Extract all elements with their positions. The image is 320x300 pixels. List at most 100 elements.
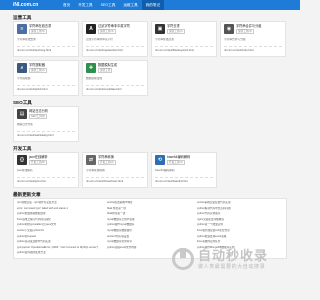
tool-category-badge[interactable]: SEO工具(6) xyxy=(29,113,47,120)
article-link[interactable]: flask框架第一讲 xyxy=(107,212,193,216)
top-navbar: iNI.com.cn 首页 开发工具 SEO工具 运维工具 我的笔记 xyxy=(0,0,300,10)
site-logo[interactable]: iNI.com.cn xyxy=(13,2,59,8)
tool-name[interactable]: base64编码解码 xyxy=(167,155,190,159)
card-divider xyxy=(17,131,75,132)
main-content: 运营工具 ≡ 字符串在线去重 运营工具(5) 字符串在线去重 nli.com.cn/to… xyxy=(13,13,287,259)
tool-category-badge[interactable]: 运营工具(5) xyxy=(29,28,47,35)
tool-description: 字符串在线去重 xyxy=(17,38,36,41)
text-a-icon: A xyxy=(86,24,96,34)
tool-name[interactable]: 字符串转换 xyxy=(98,155,116,159)
tool-card[interactable]: A 过滤字符串非中英字符 运营工具(4) 过滤字符串非中英字符 nli.com.cn/t… xyxy=(82,21,148,57)
tool-category-badge[interactable]: 运营工具(1) xyxy=(167,28,185,35)
tool-category-badge[interactable]: 运营工具 xyxy=(98,67,113,74)
tool-card[interactable]: ⌕ 字符提取器 运营工具(2) 字符提取器 nli.com.cn/tool/pickzi… xyxy=(13,60,79,96)
log-doc-icon: ▤ xyxy=(17,109,27,119)
tool-category-badge[interactable]: 开发工具(2) xyxy=(167,159,185,166)
shuffle-icon: ⇄ xyxy=(86,155,96,165)
article-link[interactable]: mysql数据库数据备份 xyxy=(107,229,193,233)
nav-item-my-notes[interactable]: 我的笔记 xyxy=(141,0,165,10)
article-link[interactable]: centos配置静态IP地址 xyxy=(107,201,193,205)
section-title-seo: SEO工具 xyxy=(13,100,32,105)
article-link[interactable]: centos系统安装配置代码实现 xyxy=(197,201,283,205)
tool-card[interactable]: ⇄ 字符串转换 开发工具(2) 字符串在线转换 nli.com.cn/tool/zhua… xyxy=(82,152,148,188)
tool-description: 过滤字符串非中英字符 xyxy=(86,38,113,41)
watermark-title: 自动秒收录 xyxy=(198,248,269,263)
seo-tool-grid: ▤ 网站日志分析 SEO工具(6) 网站日志分析 nli.com.cn/tool/web… xyxy=(13,106,287,142)
generate-icon: ✚ xyxy=(86,63,96,73)
tool-card[interactable]: ▤ 网站日志分析 SEO工具(6) 网站日志分析 nli.com.cn/tool/web… xyxy=(13,106,79,142)
tool-name[interactable]: 字符去重 xyxy=(167,24,185,28)
tool-card[interactable]: ⟲ base64编码解码 开发工具(2) base64编码解码 nli.com.cn/t… xyxy=(151,152,217,188)
article-link[interactable]: python第一个爬虫实例 xyxy=(197,223,283,227)
tool-url[interactable]: nli.com.cn/tool/quchong.html xyxy=(17,49,75,53)
article-link[interactable]: linux运维之编写代码的自动化 xyxy=(17,218,103,222)
article-link[interactable]: pymysql.err.OperationalError: (2003, "Ca… xyxy=(17,246,103,250)
tool-card[interactable]: {} json在线解析 开发工具(8) json在线解析 nli.com.cn/tool… xyxy=(13,152,79,188)
article-link[interactable]: python操作mysql数据库 xyxy=(107,223,193,227)
tool-url[interactable]: nli.com.cn/tool/pickzi.html xyxy=(17,88,75,92)
card-divider xyxy=(155,46,213,47)
tool-category-badge[interactable]: 开发工具(8) xyxy=(29,159,47,166)
tool-description: 数据模拟生成 xyxy=(86,77,103,80)
tool-category-badge[interactable]: 运营工具(4) xyxy=(98,28,116,35)
article-link[interactable]: python的request xyxy=(17,235,103,239)
article-link[interactable]: python解决代码中文乱码问题 xyxy=(197,207,283,211)
tool-description: json在线解析 xyxy=(17,169,33,172)
tool-name[interactable]: 数据模拟生成 xyxy=(98,63,117,67)
tool-url[interactable]: nli.com.cn/tool/websitelog.html xyxy=(17,134,75,138)
card-divider xyxy=(17,177,75,178)
tool-description: 字符提取器 xyxy=(17,77,31,80)
article-link[interactable]: python自动发送邮件代码实现 xyxy=(17,240,103,244)
tool-url[interactable]: nli.com.cn/tool/base64.html xyxy=(155,180,213,184)
film-icon: ▣ xyxy=(155,24,165,34)
tool-category-badge[interactable]: 运营工具(2) xyxy=(29,67,47,74)
dev-tool-grid: {} json在线解析 开发工具(8) json在线解析 nli.com.cn/tool… xyxy=(13,152,287,188)
article-link[interactable]: mysql数据库之用户权限 xyxy=(107,218,193,222)
card-divider xyxy=(86,46,144,47)
nav-item-home[interactable]: 首页 xyxy=(59,0,74,10)
tool-card[interactable]: ≡ 字符串在线去重 运营工具(5) 字符串在线去重 nli.com.cn/tool/qu… xyxy=(13,21,79,57)
watermark-logo-icon xyxy=(172,248,194,270)
swap-icon: ⟲ xyxy=(155,155,165,165)
tool-category-badge[interactable]: 运营工具(3) xyxy=(236,28,254,35)
tool-card[interactable]: ▣ 字符去重 运营工具(1) 字符串在线过滤 nli.com.cn/tool/filte… xyxy=(151,21,217,57)
section-title-ops: 运营工具 xyxy=(13,15,32,20)
tool-name[interactable]: json在线解析 xyxy=(29,155,48,159)
tool-name[interactable]: 字符串在线去重 xyxy=(29,24,51,28)
nav-item-ops-tools[interactable]: 运维工具 xyxy=(119,0,141,10)
tool-url[interactable]: nli.com.cn/tool/json.html xyxy=(17,180,75,184)
card-divider xyxy=(86,85,144,86)
card-divider xyxy=(155,177,213,178)
article-link[interactable]: nginx安装配置详细教程 xyxy=(197,218,283,222)
camera-icon: ◉ xyxy=(224,24,234,34)
article-link[interactable]: python利用pyinstaller打包exe文件 xyxy=(17,223,103,227)
article-link[interactable]: centos下安装python3.6 xyxy=(17,229,103,233)
tool-description: 网站日志分析 xyxy=(17,123,34,126)
article-link[interactable]: python装饰器的使用方法 xyxy=(17,251,103,255)
tool-url[interactable]: nli.com.cn/tool/filterkeyword.html xyxy=(155,49,213,53)
tool-url[interactable]: nli.com.cn/tool/mockdata.html xyxy=(86,88,144,92)
tool-url[interactable]: nli.com.cn/tool/replaceline.html xyxy=(86,49,144,53)
ops-tool-grid: ≡ 字符串在线去重 运营工具(5) 字符串在线去重 nli.com.cn/tool/qu… xyxy=(13,21,287,96)
article-link[interactable]: python爬虫爬取数据处理 xyxy=(17,212,103,216)
tool-name[interactable]: 过滤字符串非中英字符 xyxy=(98,24,130,28)
card-divider xyxy=(17,85,75,86)
nav-item-dev-tools[interactable]: 开发工具 xyxy=(74,0,96,10)
nav-item-seo-tools[interactable]: SEO工具 xyxy=(97,0,120,10)
tool-description: 字符串合并与分组 xyxy=(224,38,246,41)
article-link[interactable]: linux服务器配置ssh免密登录 xyxy=(197,229,283,233)
tool-card[interactable]: ✚ 数据模拟生成 运营工具 数据模拟生成 nli.com.cn/tool/mockdat… xyxy=(82,60,148,96)
tool-name[interactable]: 网站日志分析 xyxy=(29,109,48,113)
card-divider xyxy=(17,46,75,47)
article-link[interactable]: flask 框架第一讲 xyxy=(107,207,193,211)
tool-card[interactable]: ◉ 字符串合并与分组 运营工具(3) 字符串合并与分组 nli.com.cn/tool/… xyxy=(220,21,286,57)
article-link[interactable]: error: command 'gcc' failed with exit st… xyxy=(17,207,103,211)
card-divider xyxy=(224,46,282,47)
article-link[interactable]: python代码实例展示 xyxy=(197,212,283,216)
tool-category-badge[interactable]: 开发工具(2) xyxy=(98,159,116,166)
tool-name[interactable]: 字符提取器 xyxy=(29,63,47,67)
tool-url[interactable]: nli.com.cn/tool/zuhe.html xyxy=(224,49,282,53)
article-link[interactable]: rpm在线安装 - rpm软件包安装方法 xyxy=(17,201,103,205)
tool-name[interactable]: 字符串合并与分组 xyxy=(236,24,262,28)
tool-url[interactable]: nli.com.cn/tool/zhuanhuan.html xyxy=(86,180,144,184)
